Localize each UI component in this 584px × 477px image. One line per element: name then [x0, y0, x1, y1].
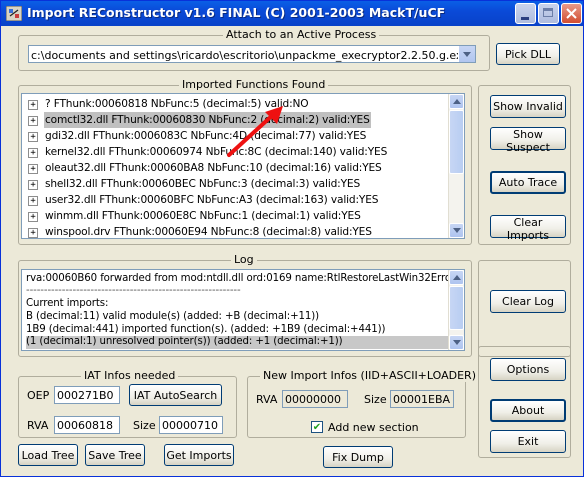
new-rva-label: RVA: [256, 393, 278, 406]
minimize-icon: [521, 17, 529, 20]
scroll-up-button[interactable]: [449, 270, 464, 285]
log-line: (1 (decimal:1) unresolved pointer(s)) (a…: [26, 336, 451, 349]
scroll-thumb[interactable]: [449, 286, 464, 330]
fix-dump-button[interactable]: Fix Dump: [323, 446, 393, 468]
load-tree-button[interactable]: Load Tree: [18, 444, 78, 466]
log-list[interactable]: rva:00060B60 forwarded from mod:ntdll.dl…: [21, 269, 465, 351]
expand-icon[interactable]: +: [28, 164, 38, 174]
close-button[interactable]: [561, 3, 582, 24]
new-rva-input[interactable]: 00000000: [282, 390, 348, 408]
rva-label: RVA: [27, 419, 49, 432]
new-size-label: Size: [364, 393, 387, 406]
app-icon: [6, 6, 22, 21]
scroll-thumb[interactable]: [449, 110, 464, 174]
main-window: Import REConstructor v1.6 FINAL (C) 2001…: [0, 0, 584, 477]
close-icon: [566, 8, 577, 19]
add-section-label: Add new section: [328, 421, 419, 434]
maximize-icon: [543, 8, 553, 17]
log-line: rva:00060B60 forwarded from mod:ntdll.dl…: [26, 273, 456, 284]
tree-row-text: shell32.dll FThunk:00060BEC NbFunc:3 (de…: [45, 178, 361, 190]
tree-row-text: kernel32.dll FThunk:00060974 NbFunc:8C (…: [45, 146, 388, 158]
tree-row-text: comctl32.dll FThunk:00060830 NbFunc:2 (d…: [44, 112, 371, 128]
log-line: ----------------------------------------…: [26, 285, 241, 296]
new-size-input[interactable]: 00001EBA: [390, 390, 454, 408]
get-imports-button[interactable]: Get Imports: [164, 444, 234, 466]
expand-icon[interactable]: +: [28, 228, 38, 238]
chevron-down-icon: [463, 52, 471, 57]
size-label: Size: [133, 419, 156, 432]
scroll-up-button[interactable]: [449, 94, 464, 109]
add-section-checkbox[interactable]: ✔: [311, 421, 323, 433]
log-line: Current imports:: [26, 298, 109, 309]
expand-icon[interactable]: +: [28, 100, 38, 110]
expand-icon[interactable]: +: [28, 116, 38, 126]
save-tree-button[interactable]: Save Tree: [85, 444, 145, 466]
process-select[interactable]: c:\documents and settings\ricardo\escrit…: [28, 45, 476, 63]
maximize-button[interactable]: [538, 3, 559, 24]
iat-autosearch-button[interactable]: IAT AutoSearch: [129, 384, 222, 406]
tree-row-text: gdi32.dll FThunk:0006083C NbFunc:4D (dec…: [45, 130, 367, 142]
attach-legend: Attach to an Active Process: [223, 28, 380, 41]
expand-icon[interactable]: +: [28, 180, 38, 190]
expand-icon[interactable]: +: [28, 212, 38, 222]
arrow-up-icon: [453, 99, 461, 104]
clear-imports-button[interactable]: Clear Imports: [490, 215, 566, 242]
process-select-value: c:\documents and settings\ricardo\escrit…: [31, 49, 476, 62]
iat-legend: IAT Infos needed: [81, 369, 179, 382]
arrow-up-icon: [453, 275, 461, 280]
auto-trace-button[interactable]: Auto Trace: [490, 171, 566, 194]
clear-log-button[interactable]: Clear Log: [490, 290, 566, 313]
process-dropdown-button[interactable]: [458, 46, 475, 62]
annotation-arrow-icon: [227, 106, 283, 157]
rva-input[interactable]: 00060818: [54, 416, 120, 434]
imports-scrollbar[interactable]: [448, 94, 464, 238]
tree-row-text: winspool.drv FThunk:00060E94 NbFunc:8 (d…: [45, 226, 372, 238]
size-input[interactable]: 00000710: [159, 416, 223, 434]
show-invalid-button[interactable]: Show Invalid: [490, 95, 566, 118]
minimize-button[interactable]: [515, 3, 536, 24]
oep-input[interactable]: 000271B0: [54, 386, 120, 404]
tree-row-text: winmm.dll FThunk:00060E8C NbFunc:1 (deci…: [45, 210, 361, 222]
exit-button[interactable]: Exit: [490, 430, 566, 453]
expand-icon[interactable]: +: [28, 196, 38, 206]
show-suspect-button[interactable]: Show Suspect: [490, 127, 566, 154]
pick-dll-button[interactable]: Pick DLL: [496, 43, 560, 65]
options-button[interactable]: Options: [490, 358, 566, 381]
log-scrollbar[interactable]: [448, 270, 464, 350]
new-import-legend: New Import Infos (IID+ASCII+LOADER): [260, 369, 479, 382]
imports-legend: Imported Functions Found: [179, 78, 329, 91]
log-line: B (decimal:11) valid module(s) (added: +…: [26, 311, 320, 322]
window-title: Import REConstructor v1.6 FINAL (C) 2001…: [27, 5, 446, 20]
scroll-down-button[interactable]: [449, 335, 464, 350]
arrow-down-icon: [453, 340, 461, 345]
about-button[interactable]: About: [490, 399, 566, 422]
expand-icon[interactable]: +: [28, 148, 38, 158]
log-legend: Log: [231, 253, 257, 266]
title-bar[interactable]: Import REConstructor v1.6 FINAL (C) 2001…: [1, 1, 583, 26]
expand-icon[interactable]: +: [28, 132, 38, 142]
scroll-down-button[interactable]: [449, 223, 464, 238]
tree-row-text: oleaut32.dll FThunk:00060BA8 NbFunc:10 (…: [45, 162, 382, 174]
log-line: 1B9 (decimal:441) imported function(s). …: [26, 324, 386, 335]
arrow-down-icon: [453, 228, 461, 233]
tree-row-text: user32.dll FThunk:00060BFC NbFunc:A3 (de…: [45, 194, 379, 206]
oep-label: OEP: [27, 389, 50, 402]
